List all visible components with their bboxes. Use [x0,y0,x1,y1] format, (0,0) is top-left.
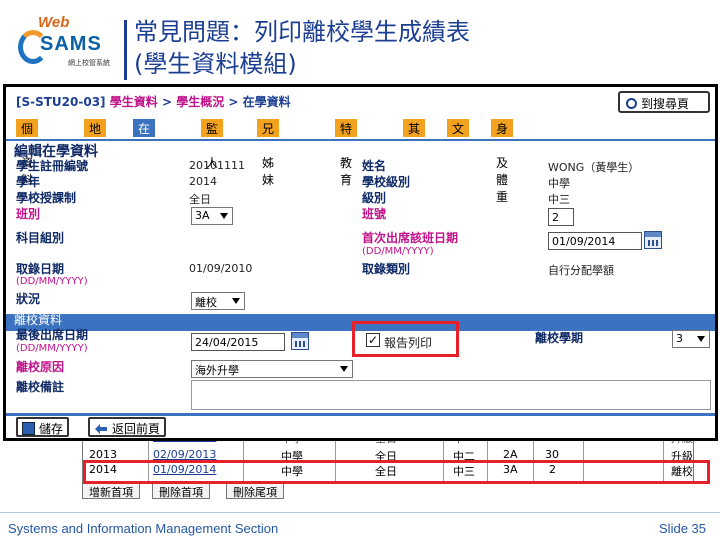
leave-term-select[interactable]: 3 [672,330,710,348]
tab-other[interactable]: 其他 [403,119,428,153]
tab-guardian[interactable]: 監護人 [201,119,226,170]
tab-siblings[interactable]: 兄弟姊妹 [257,119,282,187]
class-select[interactable]: 3A [191,207,233,225]
leave-reason-select[interactable]: 海外升學 [191,360,353,378]
tab-address[interactable]: 地址 [84,119,109,153]
tab-study[interactable]: 在學資料 [133,119,158,187]
tab-personal[interactable]: 個人資料 [16,119,41,187]
title-divider [124,20,127,80]
class-label: 班別 [16,207,41,221]
name-value: WONG（黃學生） [548,161,640,174]
admission-date-label: 取錄日期 [16,262,65,276]
first-attend-input[interactable]: 01/09/2014 [548,232,642,250]
class-no-input[interactable]: 2 [548,208,574,226]
magnifier-icon [626,98,637,109]
slide-title-line2: (學生資料模組) [134,50,297,78]
footer-section-name: Systems and Information Management Secti… [8,521,279,536]
calendar-icon[interactable] [644,231,662,249]
level-label: 級別 [362,191,387,205]
report-print-label: 報告列印 [384,336,433,350]
tab-sen[interactable]: 特殊教育 [335,119,360,187]
reg-no-value: 20101111 [189,159,245,172]
add-first-button[interactable]: 增新首項 [82,482,140,499]
leave-remark-label: 離校備註 [16,380,65,394]
edit-section-header: 編輯在學資料 [6,139,715,160]
tab-height-weight[interactable]: 身高及體重 [491,119,516,204]
go-to-search-button[interactable]: 到搜尋頁 [618,91,710,113]
slide-title: 常見問題：列印離校學生成績表 (學生資料模組) [134,16,470,80]
session-value: 全日 [189,193,211,206]
admission-type-label: 取錄類別 [362,262,411,276]
slide-title-line1: 常見問題：列印離校學生成績表 [134,18,470,46]
admission-type-value: 自行分配學額 [548,264,614,277]
leave-term-label: 離校學期 [535,331,584,345]
last-attend-label: 最後出席日期 [16,328,89,342]
tab-documents[interactable]: 文件 [447,119,472,153]
back-button[interactable]: 返回前頁 [88,417,167,437]
footer-divider [0,512,720,513]
report-print-checkbox[interactable]: ✓ [366,333,380,347]
edit-study-window: [S-STU20-03] 學生資料 > 學生概況 > 在學資料 到搜尋頁 個人資… [3,84,718,441]
breadcrumb-student-profile[interactable]: 學生概況 [176,95,224,109]
calendar-icon[interactable] [291,332,309,350]
logo-subtitle: 網上校管系統 [68,59,110,67]
chevron-down-icon [220,213,228,219]
level-value: 中三 [548,193,570,206]
last-attend-input[interactable]: 24/04/2015 [191,333,285,351]
school-level-value: 中學 [548,177,570,190]
admission-date-value: 01/09/2010 [189,262,253,275]
breadcrumb-student-data[interactable]: 學生資料 [110,95,158,109]
chevron-down-icon [697,336,705,342]
delete-last-button[interactable]: 刪除尾項 [226,482,284,499]
session-label: 學校授課制 [16,191,77,205]
name-label: 姓名 [362,159,387,173]
first-attend-format: (DD/MM/YYYY) [362,246,434,257]
school-level-label: 學校級別 [362,175,411,189]
year-value: 2014 [189,175,217,188]
save-button[interactable]: 儲存 [16,417,70,437]
logo-web-text: Web [38,14,70,31]
breadcrumb-current: 在學資料 [242,95,291,109]
delete-first-button[interactable]: 刪除首項 [152,482,210,499]
slide-number: Slide 35 [659,521,706,536]
highlight-leave-row [83,460,710,484]
logo-sams-text: SAMS [40,33,102,55]
chevron-down-icon [340,366,348,372]
chevron-down-icon [232,298,240,304]
leave-reason-label: 離校原因 [16,360,65,374]
status-select[interactable]: 離校 [191,292,245,310]
arrow-left-icon [95,424,107,434]
first-attend-label: 首次出席該班日期 [362,231,459,245]
status-label: 狀況 [16,292,41,306]
floppy-disk-icon [22,422,35,435]
reg-no-label: 學生註冊編號 [16,159,89,173]
leave-remark-textarea[interactable] [191,380,711,410]
year-label: 學年 [16,175,41,189]
subject-group-label: 科目組別 [16,231,65,245]
breadcrumb: [S-STU20-03] 學生資料 > 學生概況 > 在學資料 [16,95,291,109]
last-attend-format: (DD/MM/YYYY) [16,343,88,354]
admission-date-format: (DD/MM/YYYY) [16,276,88,287]
class-no-label: 班號 [362,207,387,221]
